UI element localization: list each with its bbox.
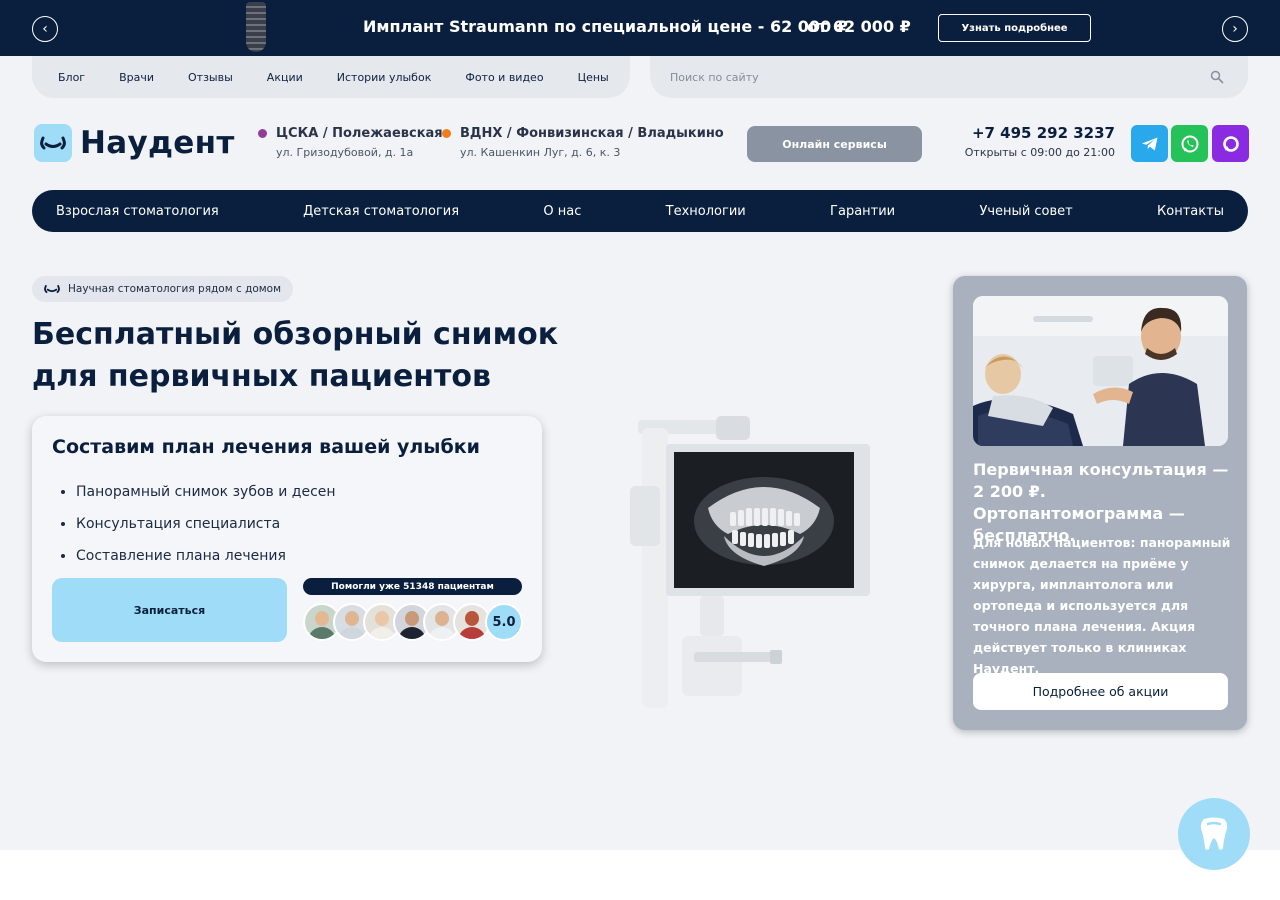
offer-details-button[interactable]: Подробнее об акции [973,673,1228,710]
utility-links: Блог Врачи Отзывы Акции Истории улыбок Ф… [32,56,630,98]
clinic-metro: ЦСКА / Полежаевская [276,126,443,141]
clinic-vdnh[interactable]: ВДНХ / Фонвизинская / Владыкино ул. Каше… [442,126,724,159]
search-input[interactable] [670,66,1190,88]
max-button[interactable] [1212,125,1249,162]
list-item: Консультация специалиста [76,508,336,540]
promo-banner: ‹ Имплант Straumann по специальной цене … [0,0,1280,56]
phone-number[interactable]: +7 495 292 3237 [940,124,1115,142]
promo-price: от 62 000 ₽ [807,17,911,36]
telegram-button[interactable] [1131,125,1168,162]
signup-button[interactable]: Записаться [52,578,287,642]
metro-dot-icon [442,129,451,138]
treatment-plan-card: Составим план лечения вашей улыбки Панор… [32,416,542,662]
link-reviews[interactable]: Отзывы [188,71,233,84]
hero-title-line: Бесплатный обзорный снимок [32,317,559,352]
xray-machine-image [630,416,870,708]
opening-hours: Открыты с 09:00 до 21:00 [964,146,1115,159]
main-navigation: Взрослая стоматология Детская стоматолог… [32,190,1248,232]
link-photo-video[interactable]: Фото и видео [465,71,543,84]
promo-more-button[interactable]: Узнать подробнее [938,14,1091,42]
implant-image [246,2,266,52]
search-bar [650,56,1248,98]
clinic-cska[interactable]: ЦСКА / Полежаевская ул. Гризодубовой, д.… [258,126,443,159]
nav-about[interactable]: О нас [543,204,581,219]
main-area: Блог Врачи Отзывы Акции Истории улыбок Ф… [0,56,1280,850]
hero-title-line: для первичных пациентов [32,359,491,394]
nav-scientific-council[interactable]: Ученый совет [979,204,1072,219]
nav-technologies[interactable]: Технологии [666,204,746,219]
chevron-left-icon: ‹ [42,21,48,37]
promo-prev-button[interactable]: ‹ [32,16,58,42]
search-icon[interactable] [1210,70,1224,84]
nav-adult-dentistry[interactable]: Взрослая стоматология [56,204,219,219]
telegram-icon [1141,137,1157,150]
promo-title: Имплант Straumann по специальной цене - … [363,17,848,36]
chevron-right-icon: › [1232,21,1238,37]
patients-helped-badge: Помогли уже 51348 пациентам [303,578,522,595]
consultation-photo [973,296,1228,446]
logo-icon [34,124,72,162]
card-title: Составим план лечения вашей улыбки [52,436,480,458]
hero-title: Бесплатный обзорный снимок для первичных… [32,314,572,398]
nav-kids-dentistry[interactable]: Детская стоматология [303,204,459,219]
nav-guarantees[interactable]: Гарантии [830,204,895,219]
promo-next-button[interactable]: › [1222,16,1248,42]
whatsapp-icon [1181,135,1198,152]
tooth-icon [1200,817,1228,850]
link-prices[interactable]: Цены [578,71,609,84]
offer-card: Первичная консультация — 2 200 ₽. Ортопа… [953,276,1247,730]
whatsapp-button[interactable] [1171,125,1208,162]
logo-mark-icon [44,285,60,293]
list-item: Составление плана лечения [76,540,336,572]
benefits-list: Панорамный снимок зубов и десен Консульт… [76,476,336,572]
nav-contacts[interactable]: Контакты [1157,204,1224,219]
link-doctors[interactable]: Врачи [119,71,154,84]
chat-widget-button[interactable] [1178,798,1250,870]
clinic-address: ул. Гризодубовой, д. 1а [276,146,414,159]
offer-text: Для новых пациентов: панорамный снимок д… [973,535,1231,676]
clinic-address: ул. Кашенкин Луг, д. 6, к. 3 [460,146,621,159]
link-blog[interactable]: Блог [58,71,85,84]
logo[interactable]: Наудент [34,124,235,162]
logo-text: Наудент [80,125,235,161]
hero-badge: Научная стоматология рядом с домом [32,276,294,302]
online-services-button[interactable]: Онлайн сервисы [747,126,922,162]
list-item: Панорамный снимок зубов и десен [76,476,336,508]
link-smile-stories[interactable]: Истории улыбок [337,71,432,84]
metro-dot-icon [258,129,267,138]
max-messenger-icon [1222,135,1239,152]
contact-block: +7 495 292 3237 Открыты с 09:00 до 21:00 [940,124,1115,159]
link-promotions[interactable]: Акции [267,71,303,84]
rating-badge: 5.0 [485,603,523,641]
clinic-metro: ВДНХ / Фонвизинская / Владыкино [460,126,724,141]
hero-badge-text: Научная стоматология рядом с домом [68,283,282,295]
